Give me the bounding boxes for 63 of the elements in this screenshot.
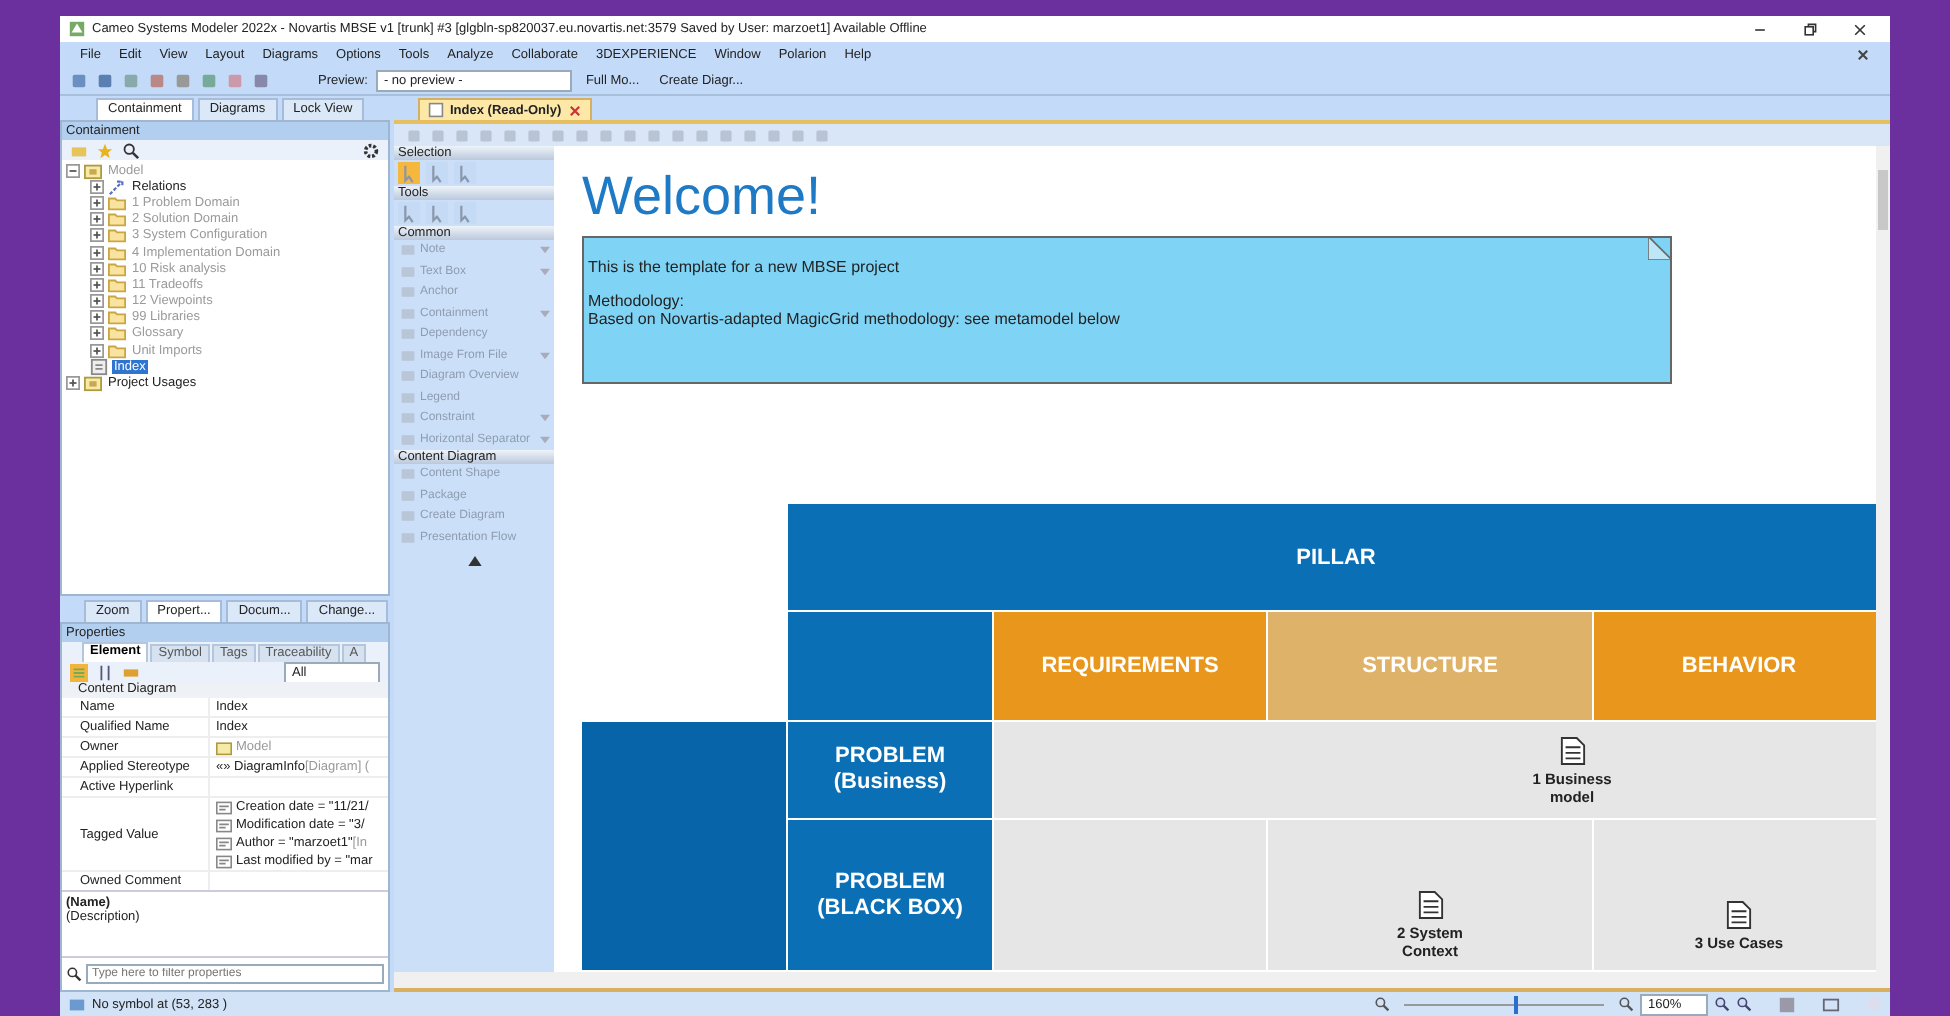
scrollbar[interactable] [1876, 146, 1890, 972]
star-icon[interactable] [96, 141, 114, 159]
column-header: BEHAVIOR [1594, 612, 1876, 720]
note-text: This is the template for a new MBSE project [588, 258, 902, 276]
diagram-icon [428, 102, 444, 118]
status-icon [68, 995, 86, 1013]
toolbar-icon[interactable] [122, 663, 140, 681]
expand-icon[interactable] [66, 163, 80, 178]
expand-icon[interactable] [90, 212, 104, 227]
expand-icon[interactable] [90, 228, 104, 243]
dropdown-arrow-icon[interactable] [540, 351, 550, 360]
gear-icon[interactable] [362, 141, 380, 159]
monitor-icon[interactable] [1822, 995, 1840, 1013]
zoom-out-icon[interactable] [1736, 996, 1752, 1012]
expand-icon[interactable] [66, 376, 80, 391]
zoom-in-icon[interactable] [1714, 996, 1730, 1012]
diagram-icon [90, 357, 108, 376]
row-header: PROBLEM (BLACK BOX) [788, 820, 992, 970]
scroll-thumb[interactable] [1878, 170, 1888, 230]
palette-tool-icon[interactable] [454, 162, 476, 184]
collapse-icon[interactable] [467, 556, 481, 566]
dropdown-arrow-icon[interactable] [540, 435, 550, 444]
expand-icon[interactable] [90, 343, 104, 358]
document-icon [1417, 890, 1443, 920]
zoom-out-icon[interactable] [1374, 996, 1390, 1012]
dropdown-arrow-icon[interactable] [540, 267, 550, 276]
expand-icon[interactable] [90, 179, 104, 194]
dropdown-arrow-icon[interactable] [540, 246, 550, 255]
search-icon [66, 966, 82, 982]
expand-icon[interactable] [90, 261, 104, 276]
expand-icon[interactable] [90, 310, 104, 325]
arrow-icon [108, 177, 126, 196]
row-header: PROBLEM (Business) [788, 722, 992, 818]
expand-icon[interactable] [90, 245, 104, 260]
column-header: REQUIREMENTS [994, 612, 1266, 720]
close-icon[interactable] [1852, 21, 1868, 37]
expand-icon[interactable] [90, 326, 104, 341]
restore-icon[interactable] [1802, 21, 1818, 37]
column-header: STRUCTURE [1268, 612, 1592, 720]
expand-icon[interactable] [90, 294, 104, 309]
palette-tool-icon[interactable] [454, 202, 476, 224]
package-icon [216, 739, 232, 755]
close-icon[interactable] [1856, 47, 1870, 61]
palette-tool-icon[interactable] [426, 162, 448, 184]
expand-icon[interactable] [90, 195, 104, 210]
scrollbar[interactable] [394, 972, 1890, 992]
diagram-heading: Welcome! [582, 166, 824, 226]
document-icon [1725, 899, 1752, 929]
expand-icon[interactable] [90, 277, 104, 292]
package-icon [84, 374, 102, 393]
palette-tool-icon[interactable] [426, 202, 448, 224]
dropdown-arrow-icon[interactable] [540, 309, 550, 318]
search-icon[interactable] [122, 141, 140, 159]
package-icon [84, 161, 102, 180]
categories-icon[interactable] [70, 663, 88, 681]
zoom-in-icon[interactable] [1618, 996, 1634, 1012]
pillar-header: PILLAR [788, 504, 1876, 610]
sort-icon[interactable] [96, 663, 114, 681]
palette-tool-icon[interactable] [398, 202, 420, 224]
palette-tool-icon[interactable] [398, 162, 420, 184]
note-text: Methodology: Based on Novartis-adapted MagicGrid methodology: see metamodel below [588, 292, 1122, 328]
dropdown-arrow-icon[interactable] [540, 414, 550, 423]
document-icon [1559, 735, 1585, 765]
